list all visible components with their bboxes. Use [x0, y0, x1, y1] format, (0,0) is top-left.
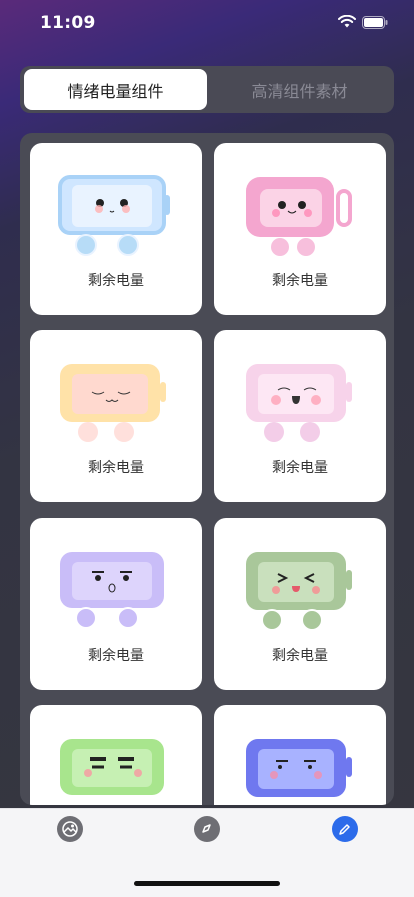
widget-card[interactable]: 剩余电量	[30, 518, 202, 690]
card-label: 剩余电量	[88, 460, 144, 476]
widget-card[interactable]: 剩余电量	[30, 143, 202, 315]
green-angry-battery-icon	[60, 739, 164, 795]
card-label: 剩余电量	[88, 273, 144, 289]
widget-card[interactable]: 剩余电量	[30, 330, 202, 502]
segment-control: 情绪电量组件 高清组件素材	[20, 66, 394, 113]
tab-hd-assets[interactable]: 高清组件素材	[208, 69, 391, 110]
tab-emotion-battery[interactable]: 情绪电量组件	[24, 69, 207, 110]
widget-card[interactable]	[214, 705, 386, 805]
peach-sleepy-battery-icon	[60, 364, 166, 442]
wifi-icon	[338, 15, 356, 28]
purple-surprised-battery-icon	[60, 552, 164, 629]
pink-smile-battery-icon	[246, 177, 352, 256]
widget-card[interactable]	[30, 705, 202, 805]
lightpink-laugh-battery-icon	[246, 364, 352, 442]
compass-tab-icon[interactable]	[194, 816, 220, 842]
home-indicator	[134, 881, 280, 886]
status-time: 11:09	[40, 13, 96, 33]
card-label: 剩余电量	[272, 273, 328, 289]
card-label: 剩余电量	[88, 648, 144, 664]
widget-panel: 剩余电量 剩余电量 剩余电量 剩余电量 剩余电量 剩余电量	[20, 133, 394, 805]
widget-card[interactable]: 剩余电量	[214, 330, 386, 502]
gallery-tab-icon[interactable]	[57, 816, 83, 842]
widget-card[interactable]: 剩余电量	[214, 143, 386, 315]
edit-tab-icon[interactable]	[332, 816, 358, 842]
blue-happy-battery-icon	[58, 175, 170, 256]
widget-card[interactable]: 剩余电量	[214, 518, 386, 690]
status-bar: 11:09	[0, 0, 414, 44]
card-label: 剩余电量	[272, 460, 328, 476]
battery-icon	[362, 16, 388, 29]
card-label: 剩余电量	[272, 648, 328, 664]
blue-calm-battery-icon	[246, 739, 352, 797]
green-squint-battery-icon	[246, 552, 352, 631]
